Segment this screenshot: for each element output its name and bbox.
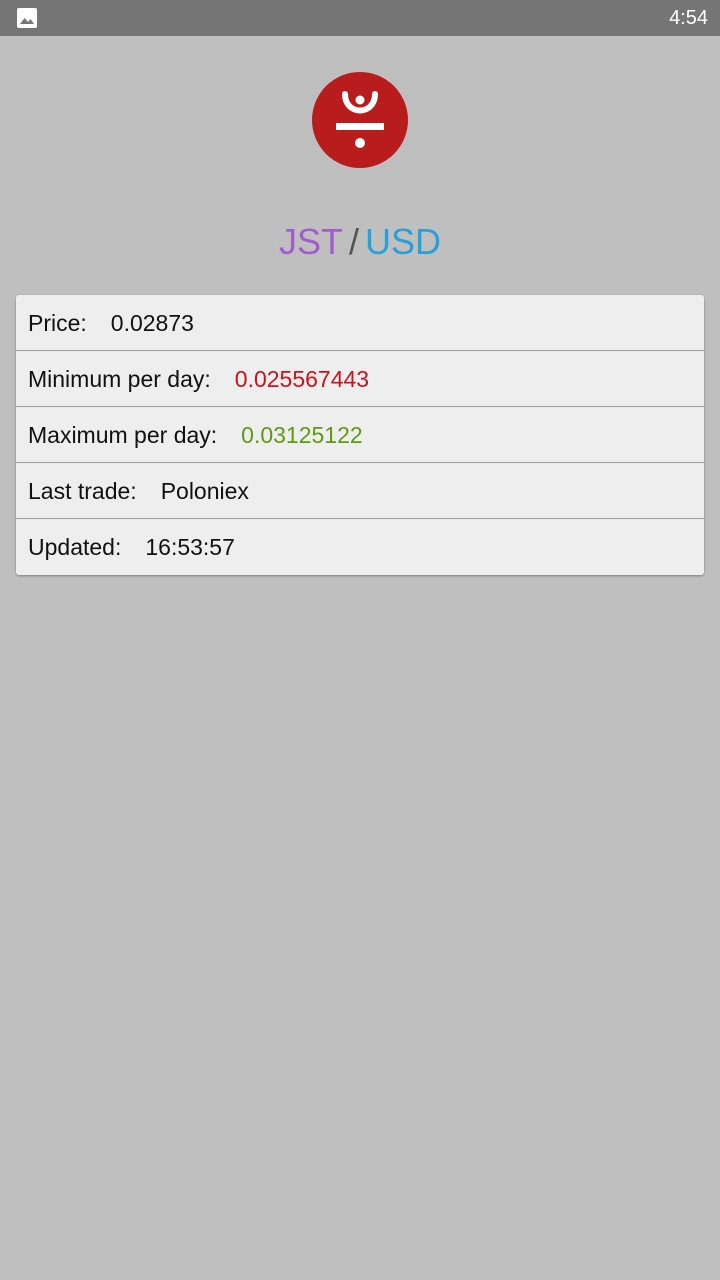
updated-value: 16:53:57 [145, 534, 235, 560]
status-time: 4:54 [669, 7, 708, 29]
image-icon [17, 8, 37, 28]
price-row: Price: 0.02873 [16, 295, 704, 351]
min-per-day-value: 0.025567443 [234, 366, 370, 392]
last-trade-label: Last trade: [28, 478, 137, 504]
stats-card: Price: 0.02873 Minimum per day: 0.02556744… [16, 295, 704, 575]
max-per-day-row: Maximum per day: 0.03125122 [16, 407, 704, 463]
base-currency: JST [278, 221, 343, 262]
min-per-day-row: Minimum per day: 0.025567443 [16, 351, 704, 407]
min-per-day-label: Minimum per day: [28, 366, 211, 392]
price-value: 0.02873 [110, 310, 194, 336]
jst-logo-icon [312, 72, 408, 168]
currency-pair-title: JST / USD [0, 216, 720, 268]
last-trade-row: Last trade: Poloniex [16, 463, 704, 519]
status-bar: 4:54 [0, 0, 720, 36]
max-per-day-label: Maximum per day: [28, 422, 218, 448]
price-label: Price: [28, 310, 87, 336]
last-trade-value: Poloniex [160, 478, 249, 504]
updated-label: Updated: [28, 534, 122, 560]
quote-currency: USD [365, 221, 442, 262]
updated-row: Updated: 16:53:57 [16, 519, 704, 575]
pair-separator: / [348, 221, 359, 262]
max-per-day-value: 0.03125122 [241, 422, 363, 448]
